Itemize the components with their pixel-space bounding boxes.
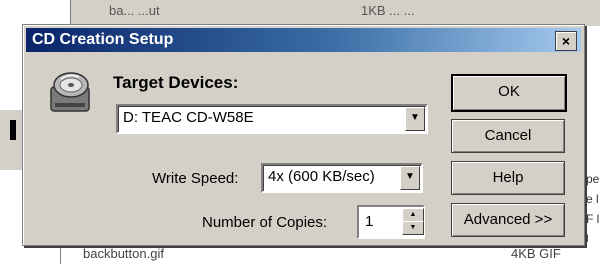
background-file-info: 4KB GIF	[511, 246, 561, 261]
spin-up-icon[interactable]: ▲	[402, 208, 424, 222]
close-icon: ×	[561, 33, 571, 49]
background-line: e l	[586, 192, 599, 206]
background-file-name: backbutton.gif	[83, 246, 164, 261]
number-of-copies-label: Number of Copies:	[202, 214, 328, 231]
close-button[interactable]: ×	[555, 31, 577, 51]
background-file-info: 1KB ... ...	[361, 3, 415, 18]
help-button[interactable]: Help	[451, 161, 565, 195]
advanced-button[interactable]: Advanced >>	[451, 203, 565, 237]
write-speed-label: Write Speed:	[152, 170, 239, 187]
target-device-value: D: TEAC CD-W58E	[123, 109, 254, 126]
target-devices-label: Target Devices:	[113, 73, 239, 92]
background-line: F l	[586, 212, 600, 226]
copies-value: 1	[365, 213, 374, 230]
background-file-name: ba... ...ut	[109, 3, 160, 18]
background-window-top: ba... ...ut 1KB ... ...	[70, 0, 600, 26]
cd-creation-setup-dialog: CD Creation Setup × Target Devices: D: T…	[22, 24, 585, 246]
dialog-title: CD Creation Setup	[32, 31, 174, 48]
spin-down-icon[interactable]: ▼	[402, 221, 424, 235]
target-device-select[interactable]: D: TEAC CD-W58E ▼	[116, 104, 428, 134]
background-marker	[10, 120, 16, 140]
ok-button[interactable]: OK	[451, 74, 567, 112]
title-bar[interactable]: CD Creation Setup ×	[26, 28, 581, 52]
background-line: pe	[586, 172, 600, 186]
background-window-right: pe e l F l l	[584, 170, 600, 250]
write-speed-value: 4x (600 KB/sec)	[268, 168, 375, 185]
cancel-button[interactable]: Cancel	[451, 119, 565, 153]
spinner-arrows: ▲ ▼	[402, 208, 424, 236]
write-speed-select[interactable]: 4x (600 KB/sec) ▼	[261, 163, 423, 193]
cd-drive-icon	[50, 72, 90, 112]
copies-spinner[interactable]: 1 ▲ ▼	[357, 205, 425, 239]
chevron-down-icon[interactable]: ▼	[400, 166, 420, 190]
chevron-down-icon[interactable]: ▼	[405, 107, 425, 131]
